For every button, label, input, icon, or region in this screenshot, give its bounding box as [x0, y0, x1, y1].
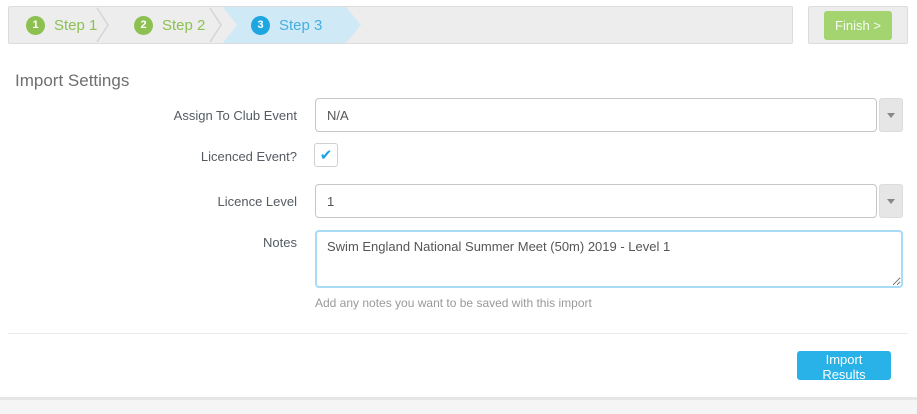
- step-2-label: Step 2: [162, 16, 206, 34]
- assign-to-club-event-label: Assign To Club Event: [173, 108, 297, 123]
- licence-level-label: Licence Level: [217, 194, 298, 209]
- wizard-step-2[interactable]: 2 Step 2: [134, 7, 205, 43]
- step-3-label: Step 3: [279, 16, 323, 34]
- wizard-actions-bar: Finish >: [808, 6, 908, 44]
- wizard-step-3[interactable]: 3 Step 3: [223, 7, 361, 43]
- import-results-button[interactable]: Import Results: [797, 351, 891, 382]
- import-wizard-page: 1 Step 1 2 Step 2 3 Step 3 Finish > Impo…: [0, 0, 917, 414]
- notes-label: Notes: [263, 235, 297, 250]
- assign-to-club-event-select[interactable]: N/A: [315, 98, 903, 132]
- assign-to-club-event-dropdown-button[interactable]: [879, 98, 903, 132]
- step-2-number-badge: 2: [134, 15, 153, 35]
- finish-button[interactable]: Finish >: [824, 10, 892, 40]
- content-divider: [8, 333, 908, 334]
- notes-textarea[interactable]: Swim England National Summer Meet (50m) …: [315, 230, 903, 288]
- chevron-separator-icon: [209, 7, 222, 43]
- wizard-step-1[interactable]: 1 Step 1: [26, 7, 97, 43]
- caret-down-icon: [887, 198, 895, 204]
- notes-help-text: Add any notes you want to be saved with …: [315, 296, 592, 310]
- step-1-number-badge: 1: [26, 15, 45, 35]
- licence-level-select[interactable]: 1: [315, 184, 903, 218]
- caret-down-icon: [887, 112, 895, 118]
- assign-to-club-event-value: N/A: [315, 98, 877, 132]
- licence-level-dropdown-button[interactable]: [879, 184, 903, 218]
- check-icon: ✔: [319, 146, 333, 164]
- step-1-label: Step 1: [54, 16, 98, 34]
- wizard-steps-bar: 1 Step 1 2 Step 2 3 Step 3: [8, 6, 793, 44]
- licenced-event-checkbox[interactable]: ✔: [314, 143, 338, 167]
- chevron-separator-icon: [96, 7, 109, 43]
- licenced-event-label: Licenced Event?: [200, 149, 297, 164]
- step-3-number-badge: 3: [251, 16, 270, 35]
- licence-level-value: 1: [315, 184, 877, 218]
- page-footer: [0, 397, 917, 414]
- page-title: Import Settings: [15, 71, 130, 90]
